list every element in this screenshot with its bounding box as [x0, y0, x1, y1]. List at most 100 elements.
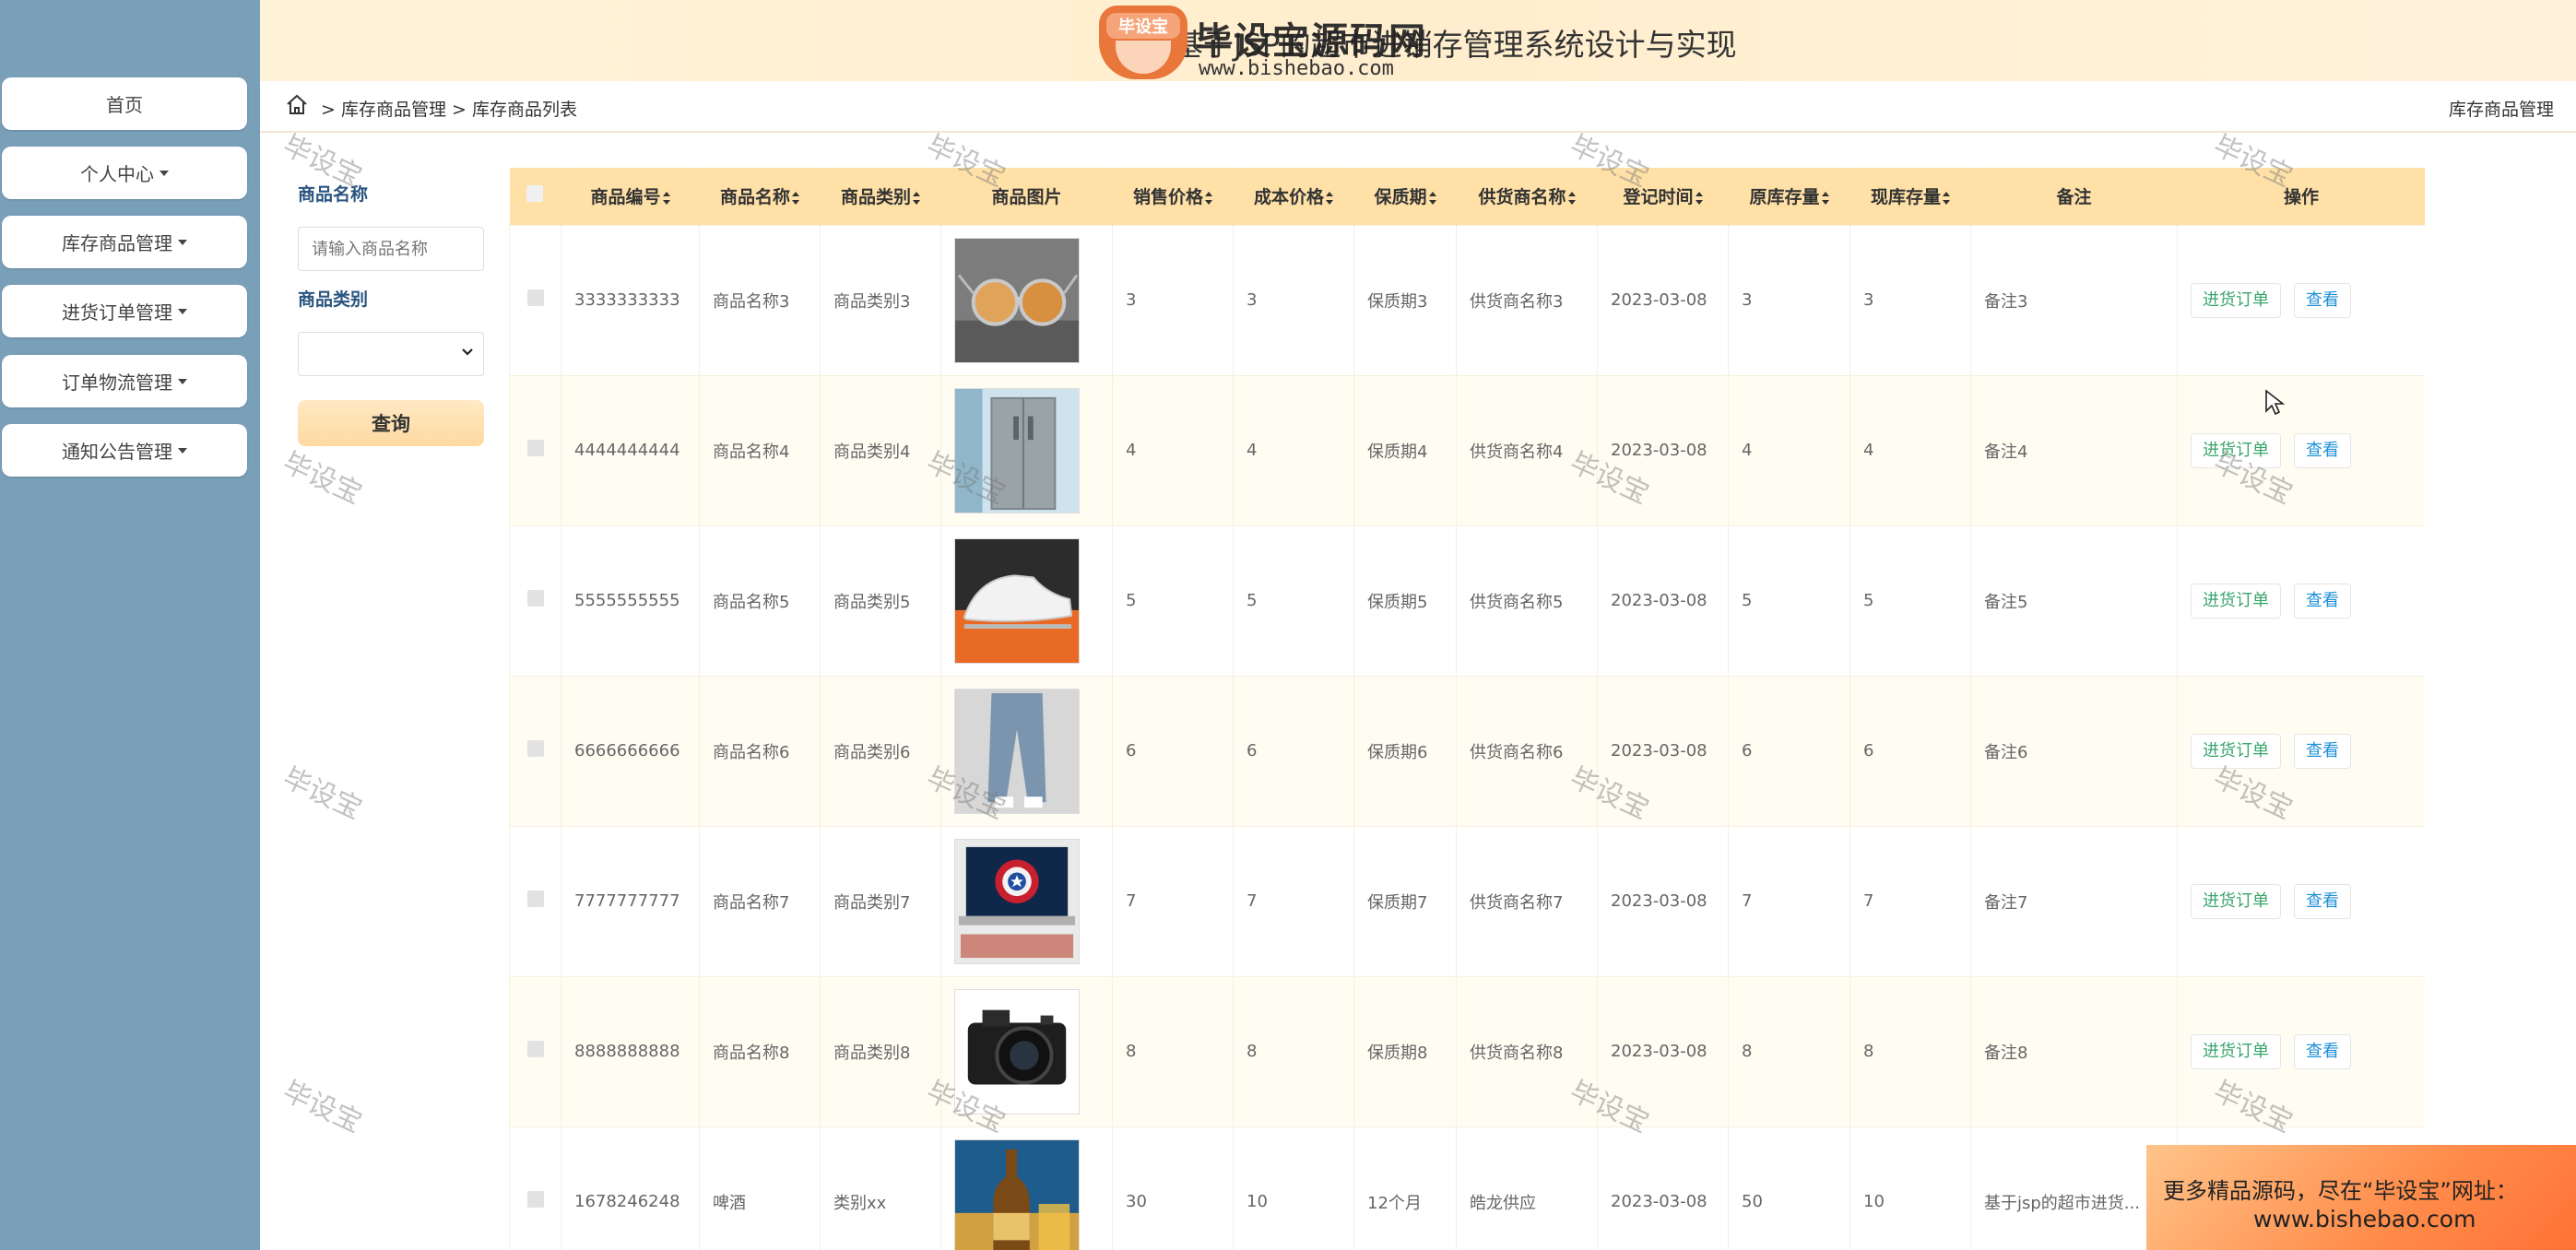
shelf-life-cell: 12个月: [1353, 1126, 1457, 1250]
original-stock-cell: 6: [1728, 675, 1850, 827]
view-button[interactable]: 查看: [2294, 733, 2351, 769]
supplier-cell: 供货商名称8: [1456, 975, 1598, 1127]
actions-cell: 进货订单查看: [2177, 525, 2425, 677]
chevron-down-icon: [462, 348, 473, 356]
shelf-life-cell: 保质期3: [1353, 224, 1457, 376]
view-button[interactable]: 查看: [2294, 432, 2351, 468]
product-name-input[interactable]: [298, 227, 484, 271]
sort-icon: [1695, 191, 1703, 205]
product-category-select[interactable]: [298, 332, 484, 376]
product-image-cell: [940, 525, 1113, 677]
breadcrumb-current: 库存商品管理: [2448, 100, 2554, 120]
purchase-order-button[interactable]: 进货订单: [2191, 432, 2281, 468]
sort-icon: [662, 191, 670, 205]
col-header-cur-stock[interactable]: 现库存量: [1849, 168, 1971, 225]
caret-down-icon: [160, 170, 169, 176]
cost-price-cell: 8: [1233, 975, 1354, 1127]
product-image-sneaker[interactable]: [954, 537, 1080, 664]
shelf-life-cell: 保质期6: [1353, 675, 1457, 827]
register-date-cell: 2023-03-08: [1597, 525, 1729, 677]
sidebar-item-purchase-orders[interactable]: 进货订单管理: [2, 285, 247, 337]
watermark-logo: 毕设宝 毕设宝源码网 www.bishebao.com: [1099, 4, 1440, 83]
original-stock-cell: 3: [1728, 224, 1850, 376]
purchase-order-button[interactable]: 进货订单: [2191, 583, 2281, 619]
mouse-cursor-icon: [2265, 389, 2285, 416]
col-header-label: 现库存量: [1870, 187, 1941, 208]
logo-url: www.bishebao.com: [1199, 57, 1394, 80]
row-checkbox[interactable]: [526, 1041, 544, 1057]
query-button[interactable]: 查询: [298, 400, 484, 446]
sidebar-item-logistics[interactable]: 订单物流管理: [2, 355, 247, 407]
select-all-checkbox[interactable]: [526, 185, 544, 203]
home-icon[interactable]: [284, 92, 310, 118]
promo-text: 更多精品源码，尽在“毕设宝”网址：: [2163, 1178, 2518, 1204]
col-header-actions: 操作: [2177, 168, 2425, 225]
sidebar-item-personal-center[interactable]: 个人中心: [2, 147, 247, 199]
product-image-laptop[interactable]: [954, 838, 1080, 964]
sidebar-item-inventory[interactable]: 库存商品管理: [2, 216, 247, 268]
remark-cell: 备注3: [1970, 224, 2178, 376]
product-image-sunglasses[interactable]: [954, 237, 1080, 363]
col-header-category[interactable]: 商品类别: [820, 168, 941, 225]
product-image-cell: [940, 1126, 1113, 1250]
col-header-cost-price[interactable]: 成本价格: [1233, 168, 1354, 225]
row-checkbox[interactable]: [526, 890, 544, 907]
purchase-order-button[interactable]: 进货订单: [2191, 883, 2281, 919]
table-row: 7777777777 商品名称7 商品类别7 7 7 保质期7 供货商名称7 2023-03-…: [509, 825, 2425, 977]
product-image-camera[interactable]: [954, 988, 1080, 1114]
view-button[interactable]: 查看: [2294, 282, 2351, 318]
row-checkbox[interactable]: [526, 289, 544, 306]
row-checkbox[interactable]: [526, 740, 544, 757]
col-header-shelf-life[interactable]: 保质期: [1353, 168, 1457, 225]
product-image-jeans[interactable]: [954, 688, 1080, 814]
view-button[interactable]: 查看: [2294, 1033, 2351, 1069]
sidebar-item-label: 个人中心: [80, 163, 154, 185]
col-header-orig-stock[interactable]: 原库存量: [1728, 168, 1850, 225]
row-select-cell: [509, 975, 561, 1127]
view-button[interactable]: 查看: [2294, 883, 2351, 919]
register-date-cell: 2023-03-08: [1597, 374, 1729, 526]
col-header-sale-price[interactable]: 销售价格: [1112, 168, 1234, 225]
original-stock-cell: 4: [1728, 374, 1850, 526]
purchase-order-button[interactable]: 进货订单: [2191, 1033, 2281, 1069]
actions-cell: 进货订单查看: [2177, 675, 2425, 827]
remark-cell: 备注7: [1970, 825, 2178, 977]
col-header-code[interactable]: 商品编号: [561, 168, 700, 225]
promo-banner[interactable]: 更多精品源码，尽在“毕设宝”网址： www.bishebao.com: [2146, 1145, 2576, 1250]
purchase-order-button[interactable]: 进货订单: [2191, 282, 2281, 318]
col-header-label: 成本价格: [1253, 187, 1324, 208]
actions-cell: 进货订单查看: [2177, 224, 2425, 376]
product-code-cell: 4444444444: [561, 374, 700, 526]
product-image-cell: [940, 825, 1113, 977]
register-date-cell: 2023-03-08: [1597, 1126, 1729, 1250]
original-stock-cell: 50: [1728, 1126, 1850, 1250]
product-image-refrigerator[interactable]: [954, 387, 1080, 513]
promo-url: www.bishebao.com: [2253, 1206, 2476, 1232]
row-checkbox[interactable]: [526, 440, 544, 456]
current-stock-cell: 6: [1849, 675, 1971, 827]
view-button[interactable]: 查看: [2294, 583, 2351, 619]
row-select-cell: [509, 374, 561, 526]
product-name-cell: 啤酒: [699, 1126, 821, 1250]
table-row: 8888888888 商品名称8 商品类别8 8 8 保质期8 供货商名称8 2023-03-…: [509, 975, 2425, 1127]
product-image-beer[interactable]: [954, 1138, 1080, 1250]
select-all-cell: [509, 168, 561, 225]
col-header-name[interactable]: 商品名称: [699, 168, 821, 225]
breadcrumb-path[interactable]: > 库存商品管理 > 库存商品列表: [321, 96, 577, 121]
register-date-cell: 2023-03-08: [1597, 975, 1729, 1127]
purchase-order-button[interactable]: 进货订单: [2191, 733, 2281, 769]
current-stock-cell: 5: [1849, 525, 1971, 677]
col-header-date[interactable]: 登记时间: [1597, 168, 1729, 225]
actions-cell: 进货订单查看: [2177, 975, 2425, 1127]
product-name-label: 商品名称: [298, 184, 369, 205]
sale-price-cell: 5: [1112, 525, 1234, 677]
row-checkbox[interactable]: [526, 1191, 544, 1208]
col-header-supplier[interactable]: 供货商名称: [1456, 168, 1598, 225]
sidebar-item-notices[interactable]: 通知公告管理: [2, 424, 247, 477]
supplier-cell: 供货商名称3: [1456, 224, 1598, 376]
col-header-label: 商品图片: [991, 187, 1062, 208]
row-checkbox[interactable]: [526, 590, 544, 607]
remark-cell: 备注6: [1970, 675, 2178, 827]
sidebar-item-home[interactable]: 首页: [2, 77, 247, 130]
product-name-cell: 商品名称4: [699, 374, 821, 526]
